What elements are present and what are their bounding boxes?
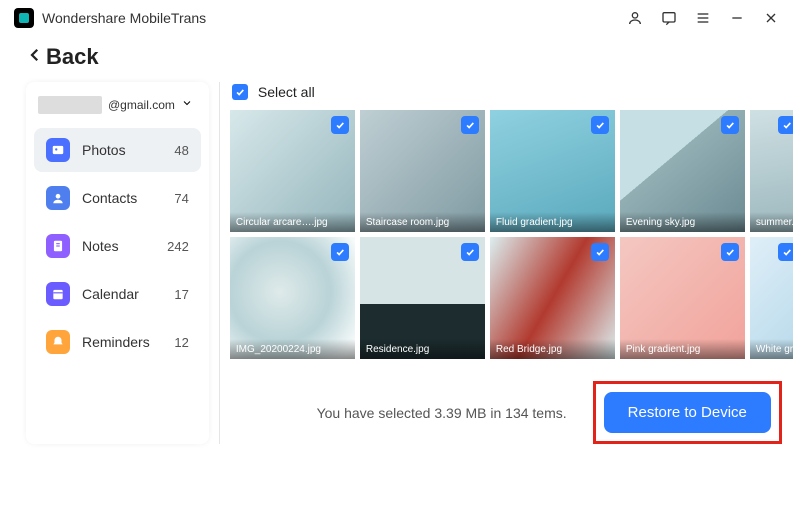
sidebar-item-label: Reminders [82,334,150,350]
sidebar-item-calendar[interactable]: Calendar 17 [34,272,201,316]
sidebar-item-label: Calendar [82,286,139,302]
chevron-down-icon [181,96,193,114]
feedback-icon[interactable] [661,10,677,26]
account-selector[interactable]: @gmail.com [34,90,201,124]
photo-thumbnail[interactable]: Pink gradient.jpg [620,237,745,359]
titlebar-left: Wondershare MobileTrans [14,8,206,28]
grid-row: Circular arcare….jpgStaircase room.jpgFl… [230,110,793,232]
thumbnail-filename: summer.jpg [750,212,793,232]
content: @gmail.com Photos 48 Contacts 74 Notes 242 Cal… [0,82,793,444]
sidebar-item-label: Photos [82,142,126,158]
titlebar: Wondershare MobileTrans [0,0,793,36]
photo-thumbnail[interactable]: summer.jpg [750,110,793,232]
back-row: Back [0,36,793,82]
thumbnail-checkbox[interactable] [591,243,609,261]
restore-highlight: Restore to Device [593,381,782,444]
account-redacted [38,96,102,114]
back-button[interactable]: Back [26,44,99,70]
sidebar-item-count: 48 [174,143,188,158]
thumbnail-checkbox[interactable] [778,243,793,261]
thumbnail-filename: Circular arcare….jpg [230,212,355,232]
footer: You have selected 3.39 MB in 134 tems. R… [230,359,793,444]
thumbnail-filename: Red Bridge.jpg [490,339,615,359]
account-email-suffix: @gmail.com [108,98,175,112]
thumbnail-checkbox[interactable] [721,243,739,261]
sidebar-item-label: Contacts [82,190,137,206]
thumbnail-filename: Residence.jpg [360,339,485,359]
thumbnail-checkbox[interactable] [778,116,793,134]
photo-grid: Circular arcare….jpgStaircase room.jpgFl… [230,110,793,359]
restore-button[interactable]: Restore to Device [604,392,771,433]
selection-status: You have selected 3.39 MB in 134 tems. [317,405,567,421]
photo-thumbnail[interactable]: Evening sky.jpg [620,110,745,232]
thumbnail-filename: Staircase room.jpg [360,212,485,232]
contacts-icon [46,186,70,210]
reminders-icon [46,330,70,354]
photo-thumbnail[interactable]: IMG_20200224.jpg [230,237,355,359]
sidebar-item-contacts[interactable]: Contacts 74 [34,176,201,220]
thumbnail-checkbox[interactable] [461,243,479,261]
thumbnail-filename: Evening sky.jpg [620,212,745,232]
sidebar-item-count: 74 [174,191,188,206]
sidebar: @gmail.com Photos 48 Contacts 74 Notes 242 Cal… [26,82,209,444]
minimize-icon[interactable] [729,10,745,26]
user-icon[interactable] [627,10,643,26]
thumbnail-checkbox[interactable] [591,116,609,134]
sidebar-item-count: 17 [174,287,188,302]
photo-thumbnail[interactable]: Residence.jpg [360,237,485,359]
thumbnail-filename: Pink gradient.jpg [620,339,745,359]
sidebar-item-reminders[interactable]: Reminders 12 [34,320,201,364]
close-icon[interactable] [763,10,779,26]
select-all-row[interactable]: Select all [230,82,793,110]
photo-thumbnail[interactable]: Circular arcare….jpg [230,110,355,232]
photo-thumbnail[interactable]: Staircase room.jpg [360,110,485,232]
app-title: Wondershare MobileTrans [42,10,206,26]
grid-row: IMG_20200224.jpgResidence.jpgRed Bridge.… [230,237,793,359]
thumbnail-filename: IMG_20200224.jpg [230,339,355,359]
photo-thumbnail[interactable]: Fluid gradient.jpg [490,110,615,232]
photos-icon [46,138,70,162]
thumbnail-filename: White grad [750,339,793,359]
menu-icon[interactable] [695,10,711,26]
thumbnail-filename: Fluid gradient.jpg [490,212,615,232]
select-all-checkbox[interactable] [232,84,248,100]
calendar-icon [46,282,70,306]
photo-thumbnail[interactable]: White grad [750,237,793,359]
thumbnail-checkbox[interactable] [721,116,739,134]
sidebar-item-label: Notes [82,238,119,254]
sidebar-item-count: 12 [174,335,188,350]
titlebar-right [627,10,779,26]
thumbnail-checkbox[interactable] [331,116,349,134]
notes-icon [46,234,70,258]
main: Select all Circular arcare….jpgStaircase… [219,82,793,444]
sidebar-item-photos[interactable]: Photos 48 [34,128,201,172]
sidebar-item-notes[interactable]: Notes 242 [34,224,201,268]
sidebar-item-count: 242 [167,239,189,254]
thumbnail-checkbox[interactable] [461,116,479,134]
select-all-label: Select all [258,84,315,100]
photo-thumbnail[interactable]: Red Bridge.jpg [490,237,615,359]
back-label: Back [46,44,99,70]
thumbnail-checkbox[interactable] [331,243,349,261]
app-logo [14,8,34,28]
chevron-left-icon [26,44,44,70]
